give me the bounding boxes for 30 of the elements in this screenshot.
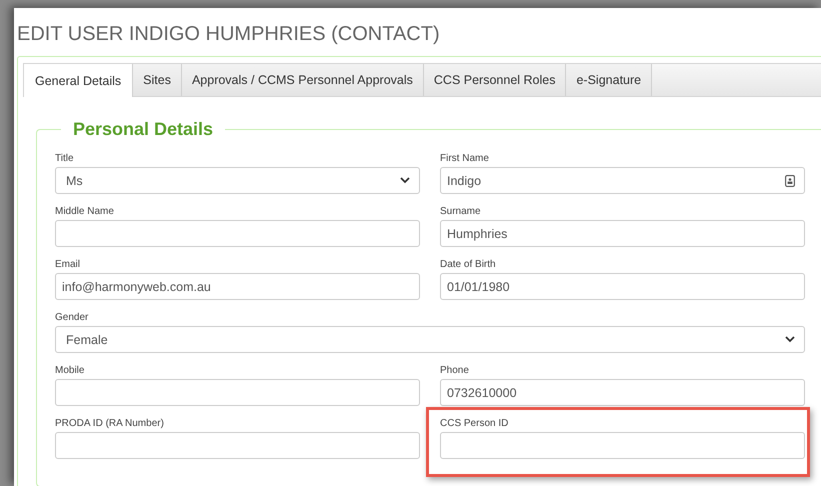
tab[interactable]: CCS Personnel Roles [424,64,566,96]
input-field[interactable] [55,379,420,406]
input-field[interactable]: 01/01/1980 [440,273,805,300]
tab[interactable]: e-Signature [566,64,652,96]
select-field[interactable]: Ms [55,167,420,194]
input-field[interactable]: info@harmonyweb.com.au [55,273,420,300]
field-label: Mobile [55,364,84,377]
field-label: Gender [55,311,88,324]
field-label: Title [55,152,74,165]
chevron-down-icon [400,177,410,184]
field-label: Phone [440,364,469,377]
page-title: EDIT USER INDIGO HUMPHRIES (CONTACT) [17,22,441,46]
input-field[interactable]: Indigo [440,167,805,194]
input-field[interactable] [55,220,420,247]
select-field[interactable]: Female [55,326,805,353]
field-label: CCS Person ID [440,417,508,430]
tab[interactable]: Approvals / CCMS Personnel Approvals [182,64,424,96]
tab[interactable]: Sites [133,64,182,96]
input-field[interactable] [440,432,805,459]
input-field[interactable]: Humphries [440,220,805,247]
field-label: Date of Birth [440,258,496,271]
chevron-down-icon [785,336,795,343]
field-label: Email [55,258,80,271]
input-field[interactable]: 0732610000 [440,379,805,406]
field-label: First Name [440,152,489,165]
input-field[interactable] [55,432,420,459]
field-label: Middle Name [55,205,114,218]
tab[interactable]: General Details [24,64,134,97]
field-label: PRODA ID (RA Number) [55,417,164,430]
field-label: Surname [440,205,481,218]
